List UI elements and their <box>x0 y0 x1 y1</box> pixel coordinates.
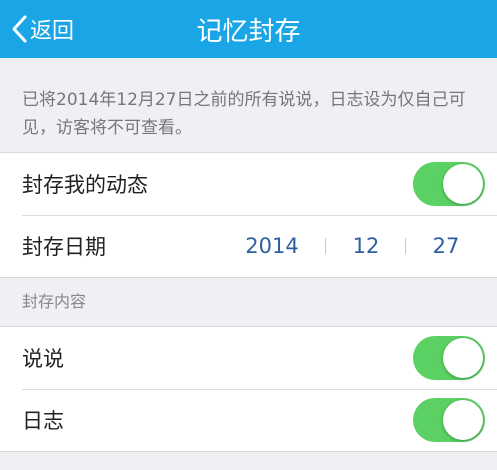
content-item-label: 日志 <box>22 409 64 433</box>
archive-feed-toggle[interactable] <box>413 162 485 206</box>
chevron-left-icon <box>12 15 27 43</box>
date-month[interactable]: 12 <box>335 215 397 277</box>
archive-date-row: 封存日期 2014 12 27 <box>0 215 497 277</box>
blog-toggle[interactable] <box>413 398 485 442</box>
content-item-blog: 日志 <box>0 389 497 451</box>
content-item-posts: 说说 <box>0 327 497 389</box>
archive-description: 已将2014年12月27日之前的所有说说，日志设为仅自己可见，访客将不可查看。 <box>22 90 466 138</box>
toggle-knob <box>443 164 483 204</box>
section-header-content: 封存内容 <box>22 292 87 311</box>
date-divider <box>325 238 326 254</box>
posts-toggle[interactable] <box>413 336 485 380</box>
date-day[interactable]: 27 <box>415 215 477 277</box>
back-label: 返回 <box>30 19 75 44</box>
archive-feed-row: 封存我的动态 <box>0 153 497 215</box>
archive-settings-group: 封存我的动态 封存日期 2014 12 27 <box>0 152 497 278</box>
date-year[interactable]: 2014 <box>232 215 312 277</box>
toggle-knob <box>443 400 483 440</box>
content-item-label: 说说 <box>22 347 64 371</box>
archive-date-label: 封存日期 <box>22 235 106 259</box>
back-button[interactable]: 返回 <box>10 0 74 58</box>
archive-content-group: 说说 日志 <box>0 326 497 452</box>
nav-bar: 返回 记忆封存 <box>0 0 497 58</box>
toggle-knob <box>443 338 483 378</box>
date-divider <box>405 238 406 254</box>
page-title: 记忆封存 <box>196 16 301 47</box>
archive-feed-label: 封存我的动态 <box>22 173 148 197</box>
